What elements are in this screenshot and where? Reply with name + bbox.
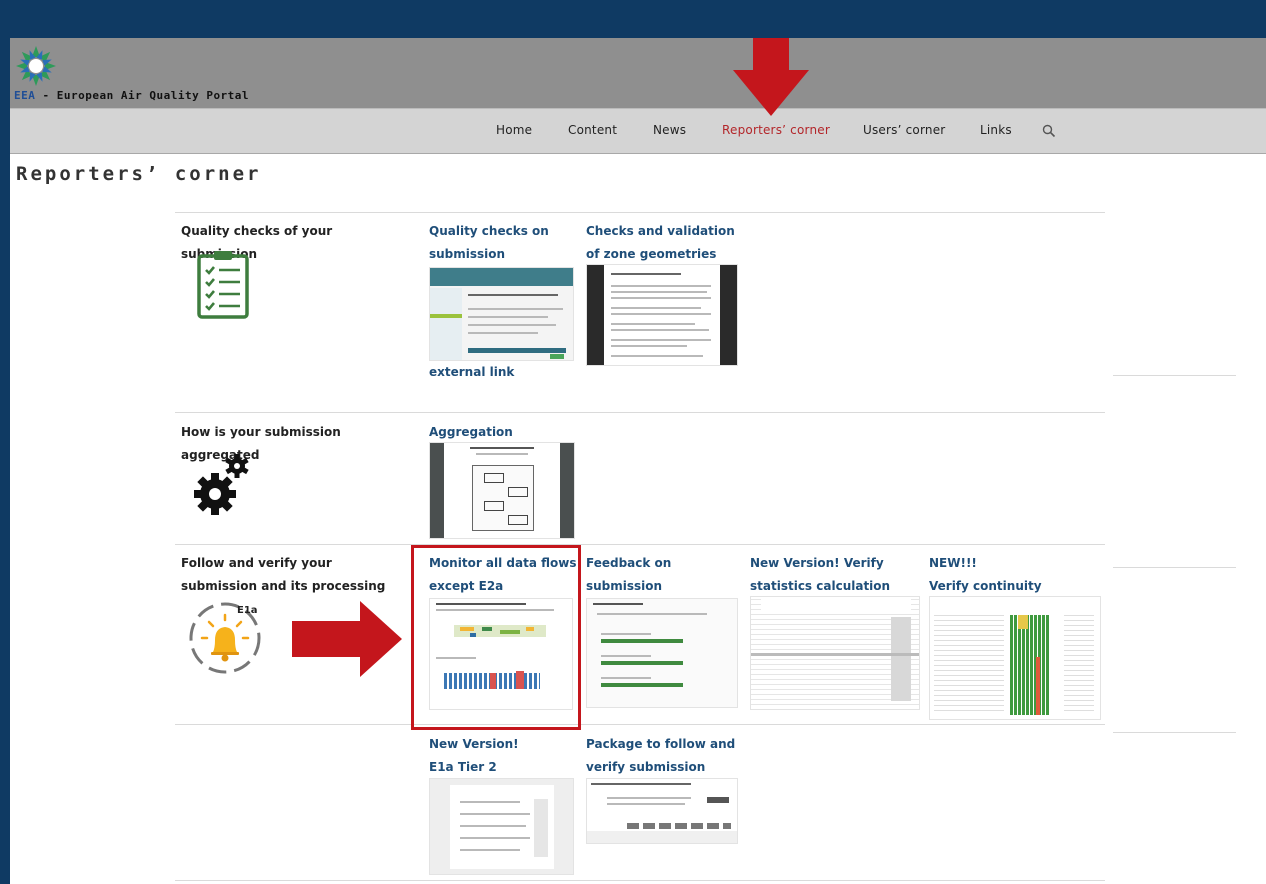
card-title-e1a-tier2-line2[interactable]: E1a Tier 2 (429, 756, 497, 779)
thumbnail-package[interactable] (586, 778, 738, 844)
page-title: Reporters’ corner (16, 163, 262, 185)
page: EEA - European Air Quality Portal Home C… (10, 38, 1266, 884)
bell-icon-label: E1a (237, 605, 258, 616)
thumbnail-quality-checks[interactable] (429, 267, 574, 361)
nav-users-corner[interactable]: Users’ corner (863, 123, 945, 137)
site-name-rest: - European Air Quality Portal (35, 89, 250, 102)
thumbnail-feedback[interactable] (586, 598, 738, 708)
card-title-aggregation[interactable]: Aggregation (429, 421, 513, 444)
row-divider (1113, 375, 1236, 376)
card-title-continuity-line2[interactable]: Verify continuity (929, 575, 1042, 598)
eea-logo-icon[interactable] (14, 44, 58, 88)
card-title-e1a-tier2-line1[interactable]: New Version! (429, 733, 519, 756)
row-label-follow-verify: Follow and verify your submission and it… (181, 556, 386, 593)
row-divider (175, 880, 1105, 881)
nav-news[interactable]: News (653, 123, 686, 137)
nav-links[interactable]: Links (980, 123, 1012, 137)
right-arrow-icon (292, 601, 402, 677)
site-abbr: EEA (14, 89, 36, 102)
row-divider (1113, 567, 1236, 568)
row-divider (1113, 732, 1236, 733)
row-divider (175, 412, 1105, 413)
clipboard-checklist-icon (197, 251, 249, 319)
bell-cycle-icon: E1a (189, 602, 261, 674)
card-title-continuity-line1[interactable]: NEW!!! (929, 552, 977, 575)
card-title-quality-checks-line1[interactable]: Quality checks on (429, 220, 549, 243)
card-title-statistics-line2[interactable]: statistics calculation (750, 575, 890, 598)
external-link[interactable]: external link (429, 361, 514, 384)
highlight-box-annotation (411, 545, 581, 730)
card-title-package-line1[interactable]: Package to follow and (586, 733, 735, 756)
card-title-zone-checks-line2[interactable]: of zone geometries (586, 243, 716, 266)
thumbnail-continuity[interactable] (929, 596, 1101, 720)
row-divider (175, 544, 1105, 545)
card-title-quality-checks-line2[interactable]: submission (429, 243, 505, 266)
nav-home[interactable]: Home (496, 123, 532, 137)
header-banner: EEA - European Air Quality Portal (10, 38, 1266, 108)
card-title-feedback-line2[interactable]: submission (586, 575, 662, 598)
row-divider (175, 212, 1105, 213)
card-title-statistics-line1[interactable]: New Version! Verify (750, 552, 884, 575)
site-name[interactable]: EEA - European Air Quality Portal (14, 89, 249, 102)
card-title-package-line2[interactable]: verify submission (586, 756, 705, 779)
gears-icon (194, 454, 249, 515)
down-arrow-icon (733, 38, 809, 116)
nav-reporters-corner[interactable]: Reporters’ corner (722, 123, 830, 137)
thumbnail-statistics[interactable] (750, 596, 920, 710)
card-title-feedback-line1[interactable]: Feedback on (586, 552, 671, 575)
search-icon[interactable] (1042, 124, 1056, 138)
thumbnail-zone-checks[interactable] (586, 264, 738, 366)
main-navigation: Home Content News Reporters’ corner User… (10, 108, 1266, 154)
thumbnail-aggregation[interactable] (429, 442, 575, 539)
card-title-zone-checks-line1[interactable]: Checks and validation (586, 220, 735, 243)
row-divider (175, 724, 1105, 725)
nav-content[interactable]: Content (568, 123, 617, 137)
thumbnail-e1a-tier2[interactable] (429, 778, 574, 875)
